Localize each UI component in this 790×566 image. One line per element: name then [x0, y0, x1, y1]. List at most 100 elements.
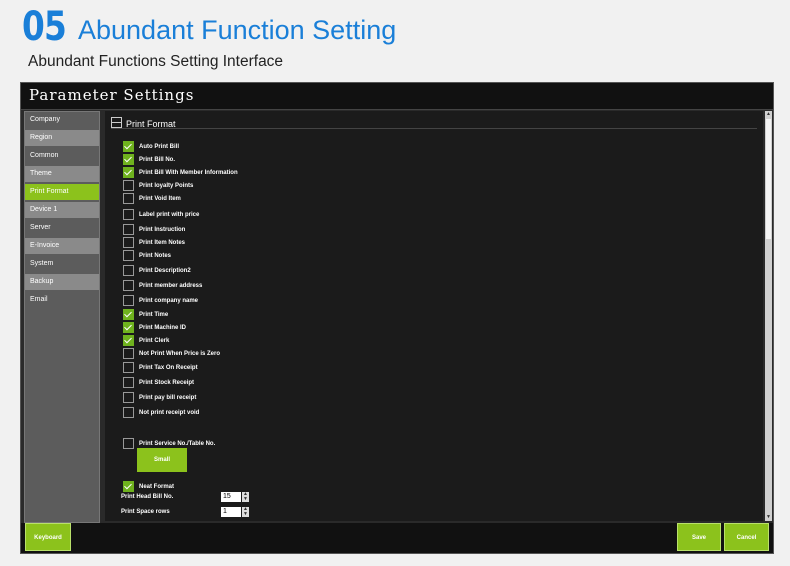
checkbox-unchecked[interactable] [123, 265, 134, 276]
save-button[interactable]: Save [677, 523, 721, 551]
sidebar-item-e-invoice[interactable]: E-Invoice [25, 238, 99, 254]
scroll-down-icon[interactable]: ▼ [765, 514, 772, 521]
scrollbar-thumb[interactable] [766, 119, 771, 239]
option-label: Print Service No./Table No. [139, 441, 216, 448]
option-label: Print Void Item [139, 196, 181, 203]
checkbox-unchecked[interactable] [123, 280, 134, 291]
option-label: Print Instruction [139, 227, 186, 234]
size-small-button[interactable]: Small [137, 448, 187, 472]
option-row[interactable]: Print company name [123, 295, 198, 306]
option-row[interactable]: Print Service No./Table No. [123, 438, 215, 449]
option-label: Label print with price [139, 212, 200, 219]
window-title: Parameter Settings [29, 86, 195, 104]
checkbox-checked[interactable] [123, 481, 134, 492]
option-row[interactable]: Print Instruction [123, 224, 185, 235]
sidebar-item-server[interactable]: Server [25, 220, 99, 236]
checkbox-unchecked[interactable] [123, 250, 134, 261]
numeric-label: Print Head Bill No. [121, 494, 174, 500]
option-label: Print member address [139, 283, 203, 290]
checkbox-unchecked[interactable] [123, 362, 134, 373]
checkbox-checked[interactable] [123, 141, 134, 152]
checkbox-unchecked[interactable] [123, 407, 134, 418]
checkbox-unchecked[interactable] [123, 392, 134, 403]
option-label: Print Time [139, 312, 169, 319]
option-label: Print Machine ID [139, 325, 187, 332]
option-row[interactable]: Not Print When Price is Zero [123, 348, 220, 359]
stepper-icon[interactable]: ▲ ▼ [242, 492, 249, 502]
checkbox-unchecked[interactable] [123, 438, 134, 449]
option-row[interactable]: Print loyalty Points [123, 180, 193, 191]
hero-subtitle: Abundant Functions Setting Interface [28, 53, 284, 70]
hero-number: 05 [22, 4, 67, 50]
option-row[interactable]: Print Item Notes [123, 237, 185, 248]
option-label: Neat Format [139, 484, 175, 491]
option-row[interactable]: Print Stock Receipt [123, 377, 194, 388]
option-row[interactable]: Auto Print Bill [123, 141, 179, 152]
sidebar-item-region[interactable]: Region [25, 130, 99, 146]
section-divider [111, 128, 757, 129]
option-row[interactable]: Print Bill With Member Information [123, 167, 238, 178]
option-row[interactable]: Neat Format [123, 481, 174, 492]
checkbox-checked[interactable] [123, 335, 134, 346]
option-row[interactable]: Print member address [123, 280, 202, 291]
numeric-input[interactable]: 15 [221, 492, 241, 502]
sidebar-item-backup[interactable]: Backup [25, 274, 99, 290]
option-label: Not Print When Price is Zero [139, 351, 221, 358]
option-row[interactable]: Print Bill No. [123, 154, 175, 165]
option-row[interactable]: Print Description2 [123, 265, 191, 276]
option-row[interactable]: Print Void Item [123, 193, 181, 204]
keyboard-button[interactable]: Keyboard [25, 523, 71, 551]
option-label: Auto Print Bill [139, 144, 179, 151]
scroll-up-icon[interactable]: ▲ [765, 111, 772, 118]
window-titlebar: Parameter Settings [21, 83, 773, 110]
numeric-input[interactable]: 1 [221, 507, 241, 517]
cancel-button[interactable]: Cancel [724, 523, 769, 551]
option-label: Print Bill No. [139, 157, 175, 164]
checkbox-unchecked[interactable] [123, 377, 134, 388]
option-row[interactable]: Print pay bill receipt [123, 392, 196, 403]
checkbox-unchecked[interactable] [123, 180, 134, 191]
option-label: Print Stock Receipt [139, 380, 195, 387]
checkbox-unchecked[interactable] [123, 209, 134, 220]
checkbox-unchecked[interactable] [123, 224, 134, 235]
option-label: Not print receipt void [139, 410, 200, 417]
option-label: Print Tax On Receipt [139, 365, 198, 372]
option-label: Print Description2 [139, 268, 191, 275]
option-label: Print loyalty Points [139, 183, 194, 190]
content-scrollbar[interactable]: ▲ ▼ [765, 111, 772, 521]
checkbox-unchecked[interactable] [123, 295, 134, 306]
sidebar-item-device-1[interactable]: Device 1 [25, 202, 99, 218]
option-row[interactable]: Print Notes [123, 250, 171, 261]
parameter-settings-window: Parameter Settings Company Region Common Th… [20, 82, 774, 554]
option-label: Print pay bill receipt [139, 395, 197, 402]
checkbox-unchecked[interactable] [123, 193, 134, 204]
option-label: Print Bill With Member Information [139, 170, 238, 177]
collapse-icon[interactable] [111, 117, 122, 128]
checkbox-checked[interactable] [123, 309, 134, 320]
option-row[interactable]: Print Machine ID [123, 322, 186, 333]
option-row[interactable]: Print Time [123, 309, 168, 320]
sidebar-item-company[interactable]: Company [25, 112, 99, 128]
sidebar-item-print-format[interactable]: Print Format [25, 184, 99, 200]
option-label: Print Clerk [139, 338, 170, 345]
hero-title: Abundant Function Setting [78, 15, 397, 45]
settings-content: Print Format Small Auto Print Bill Print … [105, 111, 763, 521]
checkbox-checked[interactable] [123, 167, 134, 178]
numeric-label: Print Space rows [121, 509, 170, 515]
sidebar-item-email[interactable]: Email [25, 292, 99, 308]
option-row[interactable]: Label print with price [123, 209, 199, 220]
option-row[interactable]: Not print receipt void [123, 407, 199, 418]
sidebar-item-common[interactable]: Common [25, 148, 99, 164]
checkbox-unchecked[interactable] [123, 237, 134, 248]
option-label: Print Notes [139, 253, 172, 260]
option-label: Print Item Notes [139, 240, 186, 247]
checkbox-checked[interactable] [123, 154, 134, 165]
option-row[interactable]: Print Clerk [123, 335, 169, 346]
option-row[interactable]: Print Tax On Receipt [123, 362, 198, 373]
stepper-icon[interactable]: ▲ ▼ [242, 507, 249, 517]
sidebar-item-theme[interactable]: Theme [25, 166, 99, 182]
sidebar-item-system[interactable]: System [25, 256, 99, 272]
checkbox-unchecked[interactable] [123, 348, 134, 359]
checkbox-checked[interactable] [123, 322, 134, 333]
option-label: Print company name [139, 298, 199, 305]
